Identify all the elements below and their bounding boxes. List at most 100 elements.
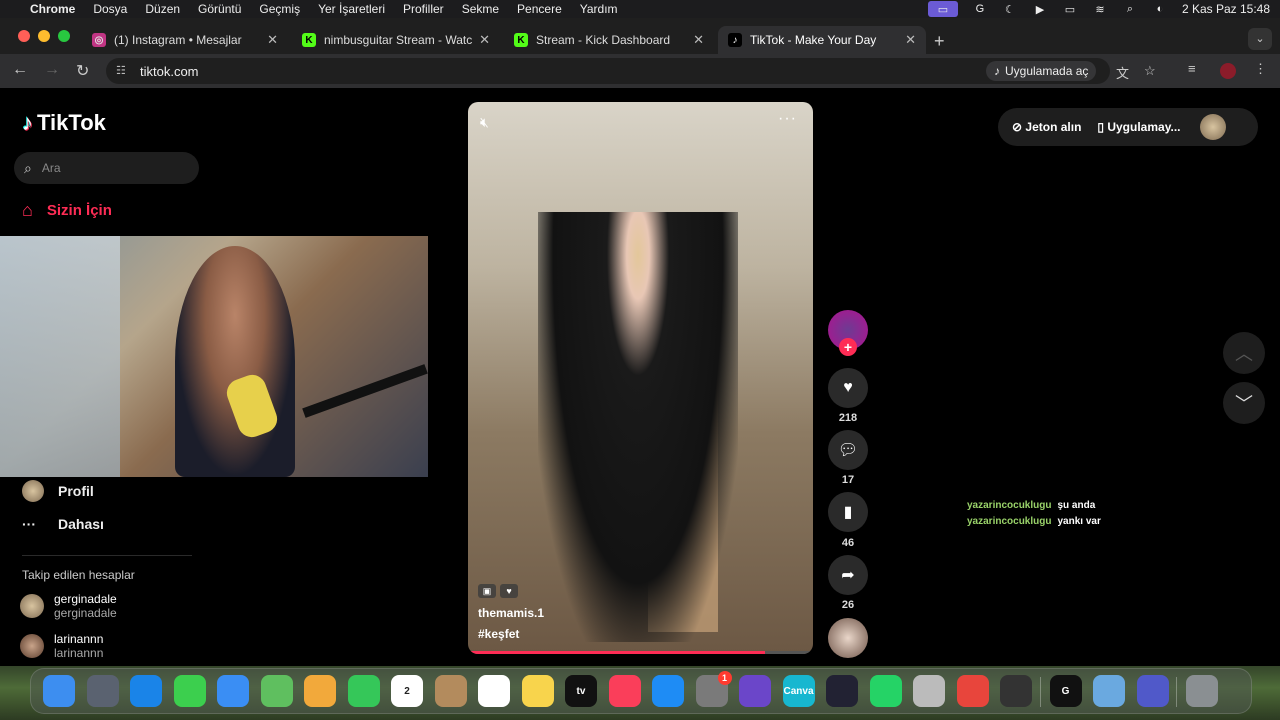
- tab-kick-watch[interactable]: K nimbusguitar Stream - Watch ✕: [292, 26, 500, 54]
- menu-window[interactable]: Pencere: [517, 2, 562, 16]
- dock-teams-icon[interactable]: [1136, 675, 1169, 707]
- spotlight-search-icon[interactable]: ⌕: [1122, 3, 1138, 15]
- tab-tiktok[interactable]: ♪ TikTok - Make Your Day ✕: [718, 26, 926, 54]
- comment-button[interactable]: 💬︎: [828, 430, 868, 470]
- follow-plus-icon[interactable]: +: [839, 338, 857, 356]
- dock-calculator-icon[interactable]: [1000, 675, 1032, 707]
- moon-icon[interactable]: ☾: [1002, 3, 1018, 16]
- menu-bookmarks[interactable]: Yer İşaretleri: [318, 2, 385, 16]
- save-button[interactable]: ▮: [828, 492, 868, 532]
- minimize-window-button[interactable]: [38, 30, 50, 42]
- dock-app-store-icon[interactable]: [652, 675, 684, 707]
- video-hashtag[interactable]: #keşfet: [478, 627, 519, 641]
- menu-edit[interactable]: Düzen: [145, 2, 180, 16]
- share-button[interactable]: ➦: [828, 555, 868, 595]
- close-tab-icon[interactable]: ✕: [693, 32, 704, 48]
- control-center-icon[interactable]: ◐: [1152, 3, 1168, 15]
- open-in-app-button[interactable]: ♪ Uygulamada aç: [986, 61, 1097, 81]
- dock-maps-icon[interactable]: [260, 675, 293, 707]
- play-icon[interactable]: ▶: [1032, 3, 1048, 16]
- following-account[interactable]: larinannn larinannn: [20, 632, 103, 660]
- nav-profile[interactable]: Profil: [22, 480, 94, 502]
- url-text[interactable]: tiktok.com: [140, 64, 199, 79]
- dock-g-hub-icon[interactable]: G: [1049, 675, 1082, 707]
- tab-kick-dashboard[interactable]: K Stream - Kick Dashboard ✕: [504, 26, 714, 54]
- forward-arrow-icon[interactable]: →: [44, 61, 60, 79]
- dock-messages-icon[interactable]: [173, 675, 206, 707]
- media-control-icon[interactable]: ≡: [1188, 61, 1196, 76]
- close-window-button[interactable]: [18, 30, 30, 42]
- user-avatar[interactable]: [1200, 114, 1227, 140]
- back-arrow-icon[interactable]: ←: [12, 61, 28, 79]
- instagram-icon: ◎: [92, 33, 106, 47]
- menu-profiles[interactable]: Profiller: [403, 2, 444, 16]
- screen-share-icon[interactable]: ▭: [927, 1, 958, 17]
- g-hub-icon[interactable]: G: [972, 3, 988, 15]
- video-player[interactable]: 🔇︎ ··· ▣ ♥ themamis.1 #keşfet: [468, 102, 813, 654]
- dock-contacts-icon[interactable]: [434, 675, 467, 707]
- dock-obs-icon[interactable]: [826, 675, 858, 707]
- new-tab-button[interactable]: +: [934, 31, 945, 52]
- translate-icon[interactable]: 文: [1116, 63, 1129, 82]
- video-progress-bar[interactable]: [468, 651, 813, 654]
- dock-facetime-icon[interactable]: [347, 675, 380, 707]
- tab-search-button[interactable]: ⌄: [1248, 28, 1272, 50]
- next-video-button[interactable]: ﹀: [1223, 382, 1265, 424]
- tiktok-logo[interactable]: ♪ TikTok: [22, 110, 106, 136]
- tab-instagram[interactable]: ◎ (1) Instagram • Mesajlar ✕: [82, 26, 288, 54]
- nav-more[interactable]: ··· Dahası: [22, 516, 104, 532]
- dock-system-settings-icon[interactable]: 1: [695, 671, 732, 707]
- dock-photos-icon[interactable]: [304, 675, 336, 707]
- dock-canva-icon[interactable]: Canva: [782, 675, 815, 707]
- close-tab-icon[interactable]: ✕: [479, 32, 490, 48]
- following-account[interactable]: gerginadale gerginadale: [20, 592, 117, 620]
- more-menu-icon[interactable]: ⋮: [1254, 61, 1267, 77]
- get-app-button[interactable]: ▯ Uygulamay...: [1097, 120, 1180, 134]
- battery-icon[interactable]: ▭: [1062, 3, 1078, 16]
- muted-speaker-icon[interactable]: 🔇︎: [480, 114, 489, 131]
- get-coins-button[interactable]: ⊘ Jeton alın: [1012, 120, 1081, 134]
- close-tab-icon[interactable]: ✕: [905, 32, 916, 48]
- music-disc[interactable]: [828, 618, 868, 658]
- dock-disk-utility-icon[interactable]: [913, 675, 945, 707]
- dock-trash-icon[interactable]: [1186, 675, 1218, 707]
- menu-file[interactable]: Dosya: [93, 2, 127, 16]
- address-bar[interactable]: ☷ tiktok.com ♪ Uygulamada aç 文 ☆: [106, 58, 1156, 84]
- dock-mail-icon[interactable]: [217, 675, 249, 707]
- bookmark-star-icon[interactable]: ☆: [1144, 63, 1156, 79]
- dock-notes-icon[interactable]: [521, 675, 554, 707]
- dock-launchpad-icon[interactable]: [86, 675, 119, 707]
- dock-reminders-icon[interactable]: [478, 675, 510, 707]
- menu-help[interactable]: Yardım: [580, 2, 618, 16]
- dock-imovie-icon[interactable]: [739, 675, 771, 707]
- nav-for-you[interactable]: ⌂ Sizin İçin: [22, 200, 112, 221]
- dock-preview-icon[interactable]: [1093, 675, 1125, 707]
- save-count: 46: [841, 537, 855, 549]
- wifi-icon[interactable]: ≋: [1092, 3, 1108, 16]
- menu-history[interactable]: Geçmiş: [259, 2, 300, 16]
- video-author[interactable]: themamis.1: [478, 606, 544, 620]
- search-placeholder: Ara: [41, 161, 61, 175]
- dock-tv-icon[interactable]: tv: [565, 675, 597, 707]
- search-input[interactable]: ⌕ Ara: [14, 152, 199, 184]
- dock-whatsapp-icon[interactable]: [869, 675, 902, 707]
- more-options-icon[interactable]: ···: [778, 110, 797, 128]
- menu-view[interactable]: Görüntü: [198, 2, 241, 16]
- like-button[interactable]: ♥: [828, 368, 868, 408]
- site-info-icon[interactable]: ☷: [116, 64, 126, 77]
- dock-music-icon[interactable]: [608, 675, 641, 707]
- zoom-window-button[interactable]: [58, 30, 70, 42]
- dock-chrome-icon[interactable]: [956, 675, 989, 707]
- close-tab-icon[interactable]: ✕: [267, 32, 278, 48]
- dock-calendar-icon[interactable]: 2: [391, 675, 423, 707]
- dock-safari-icon[interactable]: [130, 675, 162, 707]
- like-count: 218: [838, 412, 858, 424]
- menu-app-name[interactable]: Chrome: [30, 2, 75, 16]
- previous-video-button[interactable]: ︿: [1223, 332, 1265, 374]
- chat-text: şu anda: [1057, 500, 1096, 511]
- dock-finder-icon[interactable]: [43, 675, 75, 707]
- clock[interactable]: 2 Kas Paz 15:48: [1182, 2, 1270, 16]
- menu-tab[interactable]: Sekme: [462, 2, 499, 16]
- profile-avatar-icon[interactable]: [1220, 63, 1236, 79]
- reload-icon[interactable]: ↻: [76, 61, 89, 81]
